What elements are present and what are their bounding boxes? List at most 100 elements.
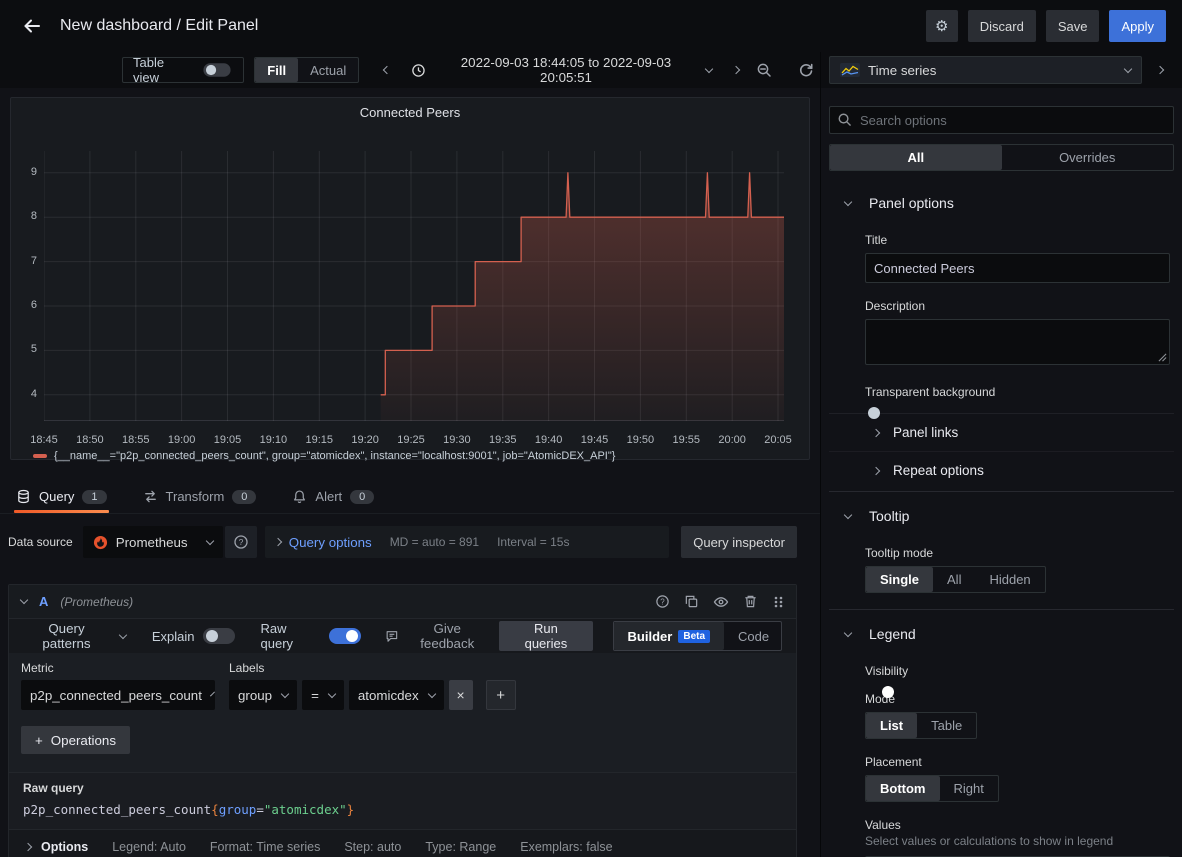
legend-placement-group: Bottom Right xyxy=(865,775,999,802)
fill-option[interactable]: Fill xyxy=(255,58,298,82)
actual-option[interactable]: Actual xyxy=(298,58,358,82)
duplicate-query-button[interactable] xyxy=(684,594,699,609)
raw-value: "atomicdex" xyxy=(264,802,347,817)
format-summary: Format: Time series xyxy=(210,840,320,854)
label-operator-select[interactable]: = xyxy=(302,680,344,710)
datasource-select[interactable]: Prometheus xyxy=(83,526,223,558)
table-view-toggle[interactable] xyxy=(204,63,231,77)
visibility-label: Visibility xyxy=(865,664,1170,678)
placement-right-option[interactable]: Right xyxy=(940,776,998,801)
options-expand-button[interactable]: Options xyxy=(25,840,88,854)
query-patterns-dropdown[interactable]: Query patterns xyxy=(23,621,126,651)
remove-query-button[interactable] xyxy=(743,594,758,609)
hide-query-button[interactable] xyxy=(713,594,729,610)
query-ref-datasource: (Prometheus) xyxy=(60,595,133,609)
tab-transform[interactable]: Transform 0 xyxy=(141,480,259,513)
repeat-options-section-header[interactable]: Repeat options xyxy=(829,451,1174,489)
drag-handle[interactable] xyxy=(772,594,784,610)
time-series-chart[interactable] xyxy=(44,151,784,421)
save-button[interactable]: Save xyxy=(1046,10,1100,42)
viz-picker-expand-button[interactable] xyxy=(1146,56,1174,84)
code-option[interactable]: Code xyxy=(724,622,782,650)
query-help-button[interactable]: ? xyxy=(655,594,670,609)
query-inspector-button[interactable]: Query inspector xyxy=(681,526,797,558)
panel-description-textarea[interactable] xyxy=(865,319,1170,365)
legend-list-option[interactable]: List xyxy=(866,713,917,738)
raw-query-label: Raw query xyxy=(23,781,782,795)
time-shift-forward-button[interactable] xyxy=(724,57,748,83)
query-row-header[interactable]: A (Prometheus) ? xyxy=(9,585,796,619)
tooltip-section-header[interactable]: Tooltip xyxy=(829,498,1174,534)
x-tick-label: 19:20 xyxy=(343,434,387,446)
explain-toggle[interactable] xyxy=(203,628,235,644)
tab-count-badge: 1 xyxy=(82,490,106,504)
panel-title-input[interactable] xyxy=(865,253,1170,283)
give-feedback-link[interactable]: Give feedback xyxy=(385,621,489,651)
chart-panel: Connected Peers 456789 18:4518:5018:5519… xyxy=(10,97,810,460)
visualization-select[interactable]: Time series xyxy=(829,56,1142,84)
run-queries-button[interactable]: Run queries xyxy=(499,621,592,651)
datasource-name: Prometheus xyxy=(116,535,188,550)
metric-select[interactable]: p2p_connected_peers_count xyxy=(21,680,215,710)
back-button[interactable] xyxy=(16,10,48,42)
section-title: Panel links xyxy=(893,425,958,440)
legend-section-header[interactable]: Legend xyxy=(829,616,1174,652)
collapse-query-icon[interactable] xyxy=(20,596,28,604)
table-view-toggle-control[interactable]: Table view xyxy=(122,57,244,83)
label-key-select[interactable]: group xyxy=(229,680,297,710)
chart-panel-title: Connected Peers xyxy=(11,105,809,120)
panel-links-section-header[interactable]: Panel links xyxy=(829,414,1174,451)
time-shift-back-button[interactable] xyxy=(375,57,399,83)
x-tick-label: 19:05 xyxy=(206,434,250,446)
builder-option[interactable]: Builder Beta xyxy=(614,622,724,650)
exemplars-summary: Exemplars: false xyxy=(520,840,612,854)
legend-table-option[interactable]: Table xyxy=(917,713,976,738)
panel-options-section-header[interactable]: Panel options xyxy=(829,185,1174,221)
x-tick-label: 19:00 xyxy=(160,434,204,446)
filter-overrides-option[interactable]: Overrides xyxy=(1002,145,1174,170)
legend-section: Visibility Mode List Table Placement Bot… xyxy=(829,664,1174,857)
add-operations-button[interactable]: + Operations xyxy=(21,726,130,754)
raw-query-toggle[interactable] xyxy=(329,628,361,644)
options-label: Options xyxy=(41,840,88,854)
refresh-button[interactable] xyxy=(792,57,820,83)
tab-query[interactable]: Query 1 xyxy=(14,480,109,513)
discard-button[interactable]: Discard xyxy=(968,10,1036,42)
chart-legend-item[interactable]: {__name__="p2p_connected_peers_count", g… xyxy=(33,450,615,462)
placement-bottom-option[interactable]: Bottom xyxy=(866,776,940,801)
tab-alert[interactable]: Alert 0 xyxy=(290,480,376,513)
chevron-right-icon xyxy=(24,842,32,850)
filter-all-option[interactable]: All xyxy=(830,145,1002,170)
pane-size-mode-group: Fill Actual xyxy=(254,57,359,83)
tooltip-all-option[interactable]: All xyxy=(933,567,975,592)
chevron-down-icon xyxy=(328,689,336,697)
comment-icon xyxy=(385,629,399,643)
plot-area[interactable] xyxy=(44,151,784,421)
x-tick-label: 19:55 xyxy=(664,434,708,446)
settings-button[interactable]: ⚙ xyxy=(926,10,958,42)
raw-query-toggle-field: Raw query xyxy=(261,621,362,651)
time-range-button[interactable]: 2022-09-03 18:44:05 to 2022-09-03 20:05:… xyxy=(401,57,723,83)
y-tick-label: 8 xyxy=(15,210,37,222)
tooltip-hidden-option[interactable]: Hidden xyxy=(975,567,1044,592)
apply-button[interactable]: Apply xyxy=(1109,10,1166,42)
search-icon xyxy=(837,112,852,127)
add-label-filter-button[interactable]: + xyxy=(486,680,516,710)
label-value-select[interactable]: atomicdex xyxy=(349,680,444,710)
x-tick-label: 19:25 xyxy=(389,434,433,446)
resize-handle-icon[interactable] xyxy=(1158,353,1167,362)
legend-values-description: Select values or calculations to show in… xyxy=(865,834,1170,848)
search-options-input[interactable] xyxy=(829,106,1174,134)
datasource-help-button[interactable]: ? xyxy=(225,526,257,558)
trash-icon xyxy=(743,594,758,609)
metric-label: Metric xyxy=(21,661,215,675)
beta-badge: Beta xyxy=(678,630,710,643)
zoom-out-button[interactable] xyxy=(750,57,778,83)
panel-edit-toolbar: Table view Fill Actual 2022-09-03 18:44:… xyxy=(0,52,1182,88)
panel-options-sidebar: All Overrides Panel options Title Descri… xyxy=(820,88,1182,857)
transparent-bg-label: Transparent background xyxy=(865,385,1170,399)
tooltip-single-option[interactable]: Single xyxy=(866,567,933,592)
query-options-toggle[interactable]: Query options xyxy=(275,535,372,550)
x-tick-label: 20:00 xyxy=(710,434,754,446)
remove-label-filter-button[interactable]: × xyxy=(449,680,473,710)
